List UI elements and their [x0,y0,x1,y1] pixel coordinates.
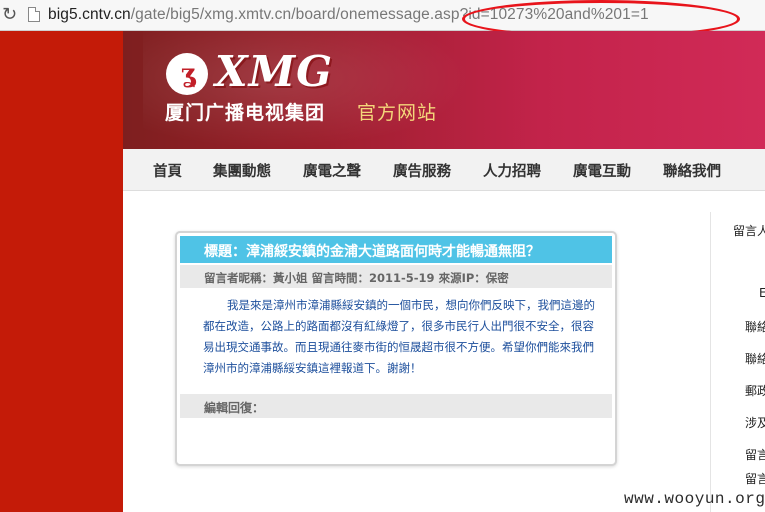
sidebar-item[interactable]: 聯絡 [745,318,765,335]
message-title: 標題：漳浦綏安鎮的金浦大道路面何時才能暢通無阻？ [180,236,612,263]
nav-item-contact[interactable]: 聯絡我們 [663,160,721,181]
nav-item-recruitment[interactable]: 人力招聘 [483,160,541,181]
right-sidebar: 留言人 E 聯絡 聯絡 郵政 涉及 留言 留言 [710,212,765,512]
sidebar-item[interactable]: 聯絡 [745,350,765,367]
nav-item-home[interactable]: 首頁 [153,160,182,181]
sidebar-item[interactable]: 涉及 [745,414,765,431]
nav-item-interaction[interactable]: 廣電互動 [573,160,631,181]
page-icon [28,7,40,22]
nav-item-group-news[interactable]: 集團動態 [213,160,271,181]
url-host: big5.cntv.cn [48,6,131,23]
site-banner: ʓ XMG 厦门广播电视集团 官方网站 [123,31,765,149]
sidebar-item[interactable]: 留言 [745,446,765,463]
main-nav: 首頁 集團動態 廣電之聲 廣告服務 人力招聘 廣電互動 聯絡我們 [123,149,765,191]
message-meta: 留言者昵稱：黃小姐 留言時間：2011-5-19 來源IP：保密 [180,265,612,288]
nav-item-ad-services[interactable]: 廣告服務 [393,160,451,181]
group-name: 厦门广播电视集团 [165,102,326,124]
logo-text[interactable]: XMG [215,47,333,96]
reload-icon[interactable]: ↻ [2,5,20,25]
watermark: www.wooyun.org [624,490,765,508]
sidebar-item[interactable]: 郵政 [745,382,765,399]
nav-item-voice[interactable]: 廣電之聲 [303,160,361,181]
address-bar: ↻ big5.cntv.cn/gate/big5/xmg.xmtv.cn/boa… [0,0,765,38]
sidebar-item: E [759,286,765,300]
editor-reply-label: 編輯回復： [180,394,612,418]
left-background-strip [0,31,123,512]
official-site-label: 官方网站 [357,102,438,124]
sidebar-item[interactable]: 留言 [745,470,765,487]
logo-swirl-icon: ʓ [180,59,196,89]
sidebar-item: 留言人 [733,224,765,238]
message-panel: 標題：漳浦綏安鎮的金浦大道路面何時才能暢通無阻？ 留言者昵稱：黃小姐 留言時間：… [175,231,617,466]
message-body: 我是來是漳州市漳浦縣綏安鎮的一個市民，想向你們反映下，我們這邊的都在改造，公路上… [203,298,595,375]
